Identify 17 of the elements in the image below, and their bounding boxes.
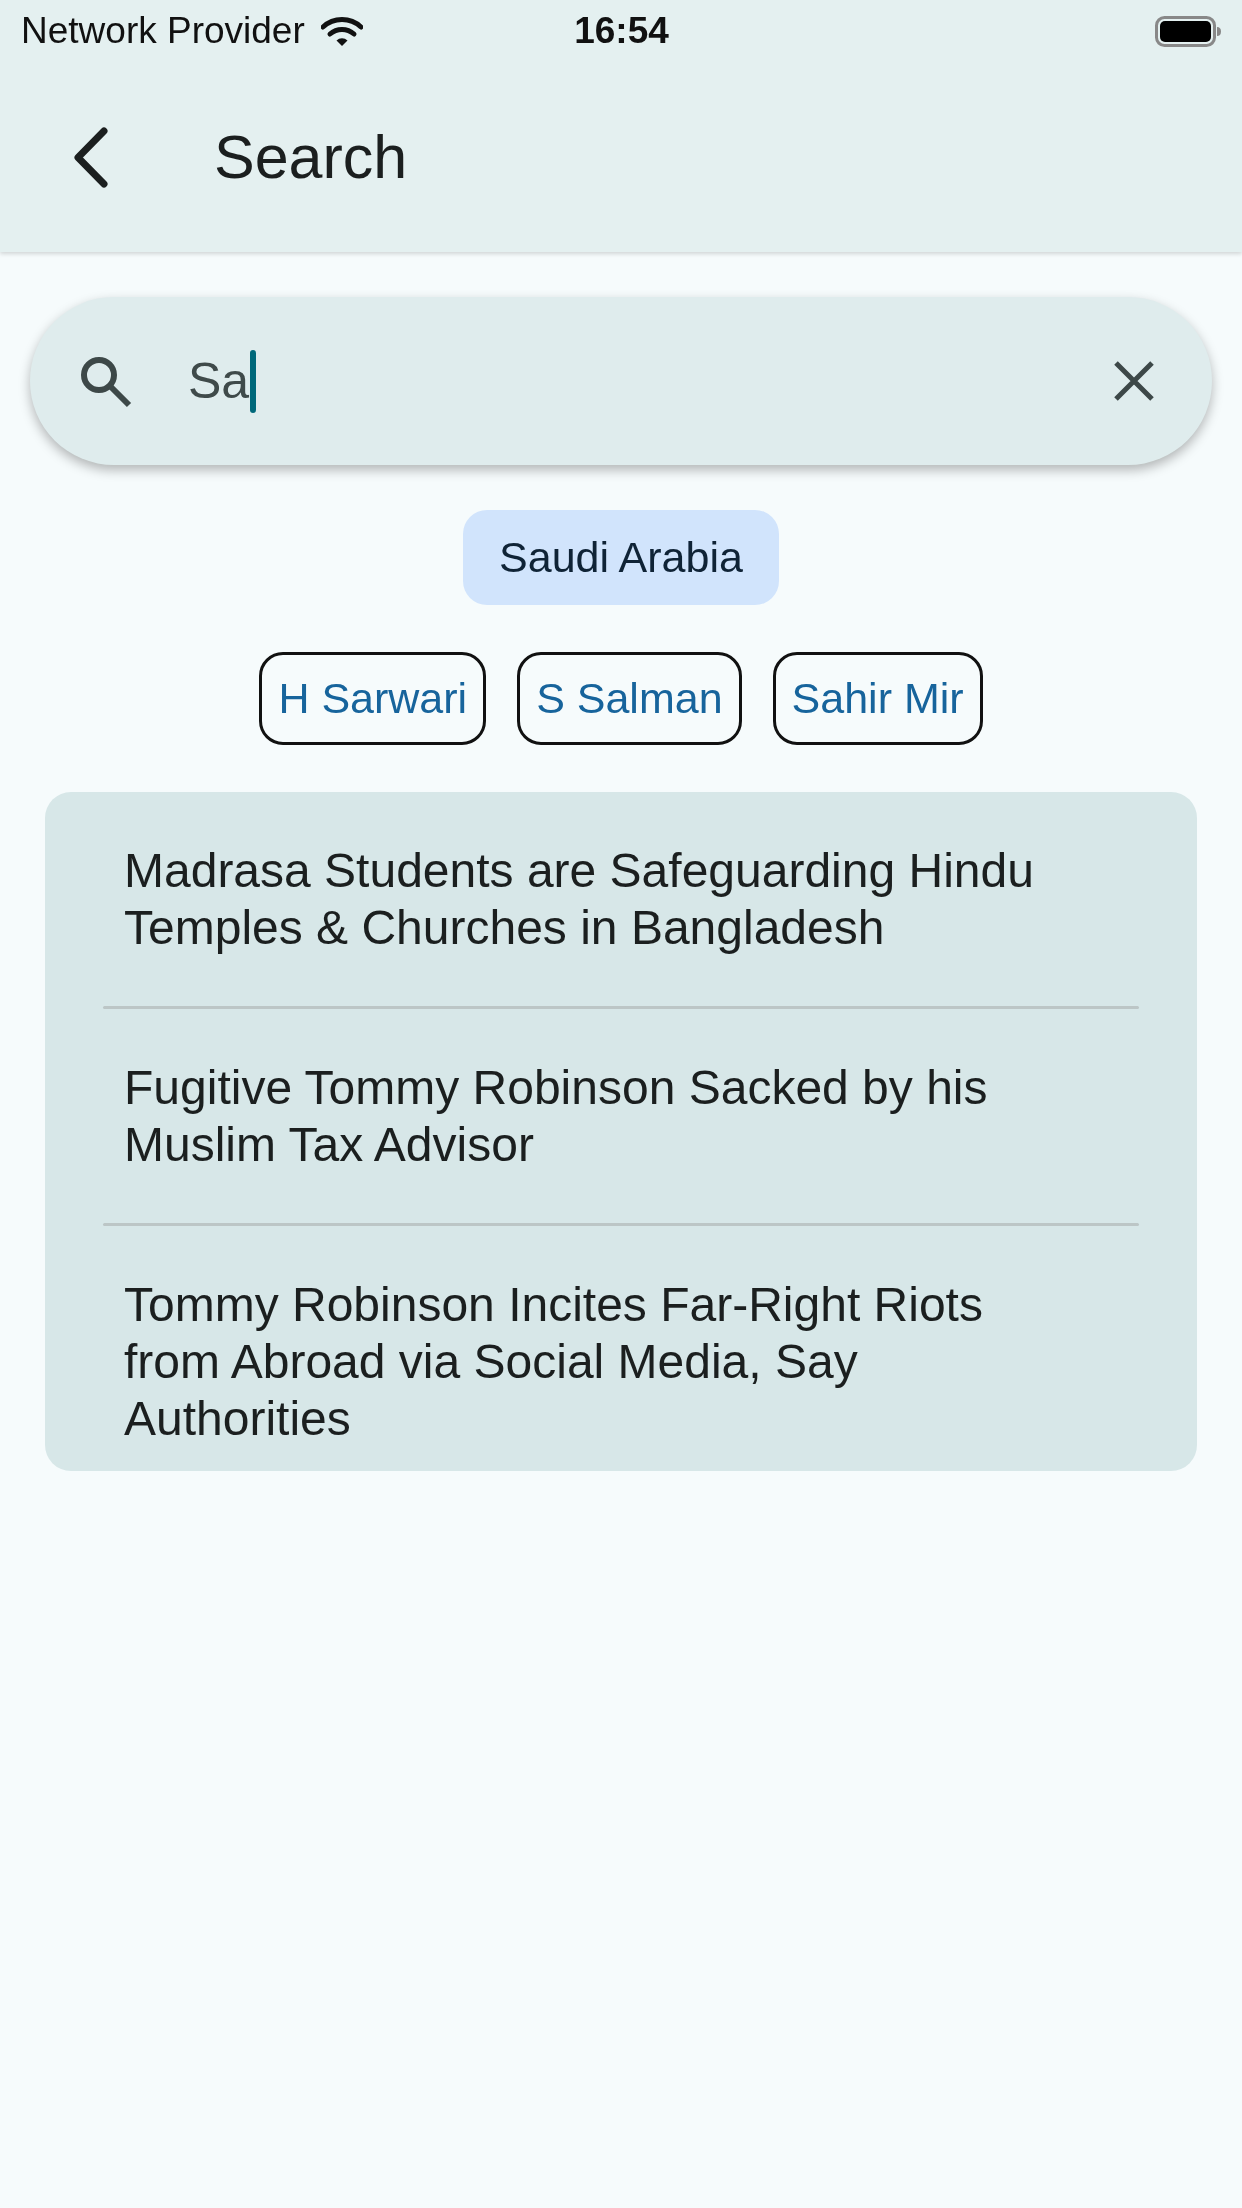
result-item[interactable]: Fugitive Tommy Robinson Sacked by his Muslim Tax Advisor (103, 1009, 1139, 1223)
search-input[interactable]: Sa (188, 346, 1101, 416)
page-title: Search (214, 122, 408, 192)
carrier-name: Network Provider (21, 10, 305, 52)
close-icon (1113, 360, 1155, 402)
filter-chip[interactable]: H Sarwari (259, 652, 487, 745)
result-item[interactable]: Madrasa Students are Safeguarding Hindu Temples & Churches in Bangladesh (103, 792, 1139, 1006)
clock-time: 16:54 (574, 10, 669, 52)
chevron-left-icon (73, 125, 110, 189)
back-button[interactable] (73, 125, 110, 189)
battery-icon (1155, 15, 1222, 47)
wifi-icon (320, 15, 363, 47)
result-item[interactable]: Tommy Robinson Incites Far-Right Riots from Abroad via Social Media, Say Authorities (103, 1226, 1139, 1471)
filter-chip[interactable]: S Salman (517, 652, 742, 745)
filter-chip[interactable]: Sahir Mir (772, 652, 983, 745)
filter-chip[interactable]: Saudi Arabia (463, 510, 779, 605)
search-icon (79, 354, 132, 408)
